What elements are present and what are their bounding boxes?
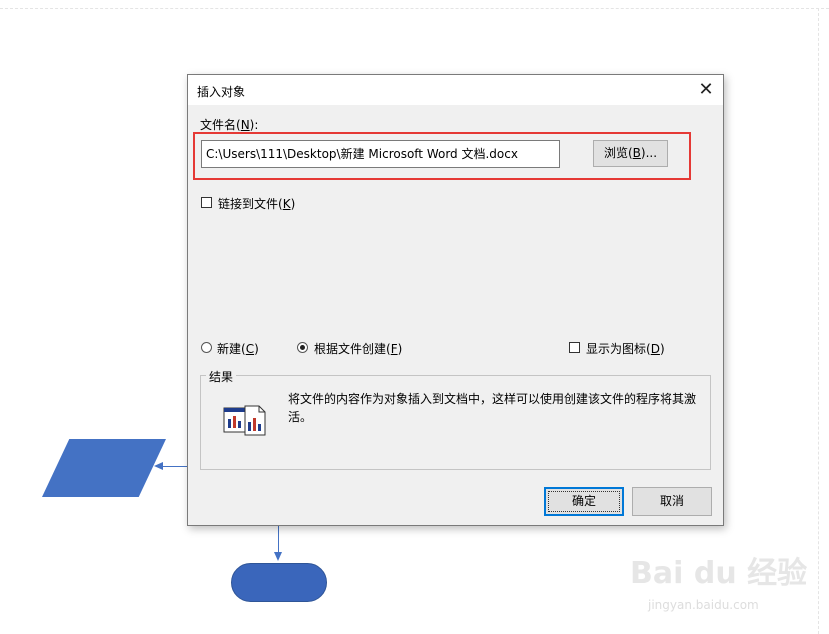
baidu-watermark-url: jingyan.baidu.com <box>648 598 759 612</box>
display-as-icon-checkbox[interactable] <box>569 342 580 353</box>
link-to-file-label[interactable]: 链接到文件(K) <box>218 195 295 212</box>
insert-object-dialog: 插入对象 ✕ 文件名(N): C:\Users\111\Desktop\新建 M… <box>187 74 724 526</box>
flowchart-connector-horizontal[interactable] <box>163 466 190 467</box>
browse-button[interactable]: 浏览(B)... <box>593 140 668 167</box>
create-new-label[interactable]: 新建(C) <box>217 340 259 357</box>
focus-ring <box>548 491 620 512</box>
filename-input[interactable]: C:\Users\111\Desktop\新建 Microsoft Word 文… <box>201 140 560 168</box>
filename-label: 文件名(N): <box>200 118 259 132</box>
document-object-icon <box>223 405 266 436</box>
display-as-icon-label[interactable]: 显示为图标(D) <box>586 340 665 357</box>
dialog-titlebar[interactable]: 插入对象 ✕ <box>188 75 723 105</box>
arrow-left-icon <box>154 462 163 470</box>
close-button[interactable]: ✕ <box>689 75 723 105</box>
flowchart-terminator-shape[interactable] <box>231 563 327 602</box>
flowchart-parallelogram-shape[interactable] <box>42 439 166 497</box>
dialog-title: 插入对象 <box>197 85 246 99</box>
result-group-title: 结果 <box>206 368 237 385</box>
baidu-watermark: Bai du 经验 <box>630 556 808 591</box>
result-description: 将文件的内容作为对象插入到文档中，这样可以使用创建该文件的程序将其激活。 <box>288 392 697 424</box>
close-icon: ✕ <box>698 79 714 100</box>
flowchart-connector-vertical[interactable] <box>278 526 279 554</box>
cancel-button[interactable]: 取消 <box>632 487 712 516</box>
create-from-file-radio[interactable] <box>297 342 308 353</box>
ok-button[interactable]: 确定 <box>544 487 624 516</box>
create-from-file-label[interactable]: 根据文件创建(F) <box>314 340 402 357</box>
arrow-down-icon <box>274 552 282 561</box>
link-to-file-checkbox[interactable] <box>201 197 212 208</box>
create-new-radio[interactable] <box>201 342 212 353</box>
canvas-border-top <box>0 8 829 9</box>
canvas-border-right <box>818 8 819 634</box>
